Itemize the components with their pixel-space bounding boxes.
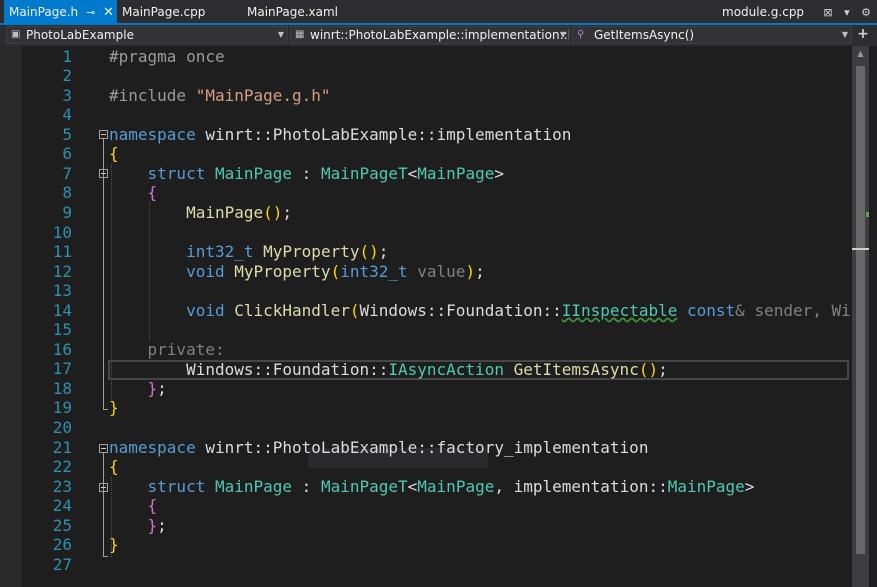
fold-guide-end bbox=[103, 556, 108, 557]
line-number: 16 bbox=[52, 340, 72, 359]
code-line-19: } bbox=[109, 398, 119, 417]
code-line-17: Windows::Foundation::IAsyncAction GetIte… bbox=[186, 360, 668, 379]
code-line-6: { bbox=[109, 144, 119, 163]
line-number: 2 bbox=[62, 66, 72, 85]
settings-icon[interactable]: ⚙ bbox=[861, 6, 871, 19]
code-line-25: }; bbox=[147, 516, 167, 535]
document-tab-bar: MainPage.h ⊸ ✕ MainPage.cpp MainPage.xam… bbox=[0, 0, 877, 25]
line-number: 18 bbox=[52, 379, 72, 398]
line-number: 26 bbox=[52, 535, 72, 554]
code-line-22: { bbox=[109, 457, 119, 476]
code-line-18: }; bbox=[147, 379, 167, 398]
line-number: 25 bbox=[52, 516, 72, 535]
line-number: 15 bbox=[52, 320, 72, 339]
code-line-14: void ClickHandler(Windows::Foundation::I… bbox=[186, 301, 871, 320]
line-number: 1 bbox=[62, 47, 72, 66]
line-number: 24 bbox=[52, 496, 72, 515]
code-line-23: struct MainPage : MainPageT<MainPage, im… bbox=[147, 477, 755, 496]
code-line-21: namespace winrt::PhotoLabExample::factor… bbox=[109, 438, 649, 457]
fold-guide bbox=[103, 139, 104, 409]
line-number: 9 bbox=[62, 203, 72, 222]
class-icon: ▦ bbox=[295, 29, 305, 40]
line-number: 22 bbox=[52, 457, 72, 476]
fold-guide bbox=[103, 453, 104, 556]
project-icon: ▣ bbox=[11, 29, 21, 40]
line-number: 8 bbox=[62, 183, 72, 202]
line-number: 5 bbox=[62, 125, 72, 144]
split-window-button[interactable]: + bbox=[855, 26, 871, 44]
method-icon: ⚲ bbox=[577, 29, 585, 40]
tab-label: MainPage.cpp bbox=[122, 5, 206, 19]
code-line-16: private: bbox=[147, 340, 225, 359]
pin-icon[interactable]: ⊸ bbox=[86, 2, 95, 23]
scope-value: winrt::PhotoLabExample::implementation::… bbox=[310, 28, 570, 42]
tab-mainpage-cpp[interactable]: MainPage.cpp bbox=[122, 0, 205, 25]
project-dropdown[interactable]: ▣ PhotoLabExample ▼ bbox=[6, 26, 288, 44]
caret-position-marker bbox=[852, 248, 869, 250]
chevron-down-icon: ▼ bbox=[277, 30, 284, 39]
line-number: 4 bbox=[62, 105, 72, 124]
collapse-struct-button[interactable] bbox=[99, 169, 108, 178]
code-line-11: int32_t MyProperty(); bbox=[186, 242, 389, 261]
line-number: 27 bbox=[52, 555, 72, 574]
navigation-bar: ▣ PhotoLabExample ▼ ▦ winrt::PhotoLabExa… bbox=[0, 25, 877, 46]
line-number: 7 bbox=[62, 164, 72, 183]
scroll-up-icon[interactable]: ▲ bbox=[852, 46, 869, 62]
line-number: 21 bbox=[52, 438, 72, 457]
collapse-namespace-button[interactable] bbox=[99, 130, 108, 139]
chevron-down-icon: ▼ bbox=[559, 30, 566, 39]
line-number: 20 bbox=[52, 418, 72, 437]
dropdown-icon[interactable]: ▾ bbox=[844, 6, 850, 19]
vertical-scrollbar[interactable]: ▲ bbox=[852, 46, 869, 587]
member-value: GetItemsAsync() bbox=[594, 28, 695, 42]
line-number: 14 bbox=[52, 301, 72, 320]
code-line-24: { bbox=[147, 496, 158, 515]
collapse-struct-button[interactable] bbox=[99, 483, 108, 492]
line-number: 11 bbox=[52, 242, 72, 261]
close-icon[interactable]: ✕ bbox=[103, 2, 114, 23]
line-number: 3 bbox=[62, 86, 72, 105]
code-line-3: #include "MainPage.g.h" bbox=[109, 86, 331, 105]
collapse-namespace-button[interactable] bbox=[99, 444, 108, 453]
line-number: 12 bbox=[52, 262, 72, 281]
code-line-1: #pragma once bbox=[109, 47, 225, 66]
chevron-down-icon: ▼ bbox=[841, 30, 848, 39]
tab-label: MainPage.xaml bbox=[247, 5, 338, 19]
code-line-5: namespace winrt::PhotoLabExample::implem… bbox=[109, 125, 572, 144]
tab-label: module.g.cpp bbox=[722, 5, 805, 19]
line-number: 23 bbox=[52, 477, 72, 496]
line-number: 6 bbox=[62, 144, 72, 163]
line-number: 19 bbox=[52, 398, 72, 417]
scope-dropdown[interactable]: ▦ winrt::PhotoLabExample::implementation… bbox=[290, 26, 570, 44]
code-line-9: MainPage(); bbox=[186, 203, 293, 222]
code-editor[interactable]: 1 2 3 4 5 6 7 8 9 10 11 12 13 14 15 16 1… bbox=[0, 46, 877, 587]
tab-module-g-cpp[interactable]: module.g.cpp bbox=[722, 0, 804, 25]
code-line-8: { bbox=[147, 183, 158, 202]
line-number: 13 bbox=[52, 281, 72, 300]
tab-label: MainPage.h bbox=[9, 5, 79, 19]
line-number: 10 bbox=[52, 223, 72, 242]
editor-right-edge bbox=[869, 46, 877, 587]
preview-icon[interactable]: ⊠ bbox=[823, 6, 832, 19]
line-number: 17 bbox=[52, 359, 72, 378]
tab-bar-actions: ⊠ ▾ ⚙ bbox=[815, 0, 871, 25]
fold-guide-end bbox=[103, 409, 108, 410]
code-line-7: struct MainPage : MainPageT<MainPage> bbox=[147, 164, 504, 183]
member-dropdown[interactable]: ⚲ GetItemsAsync() ▼ bbox=[572, 26, 852, 44]
code-line-26: } bbox=[109, 535, 119, 554]
scrollbar-thumb[interactable] bbox=[856, 66, 865, 554]
project-value: PhotoLabExample bbox=[26, 28, 134, 42]
tab-mainpage-xaml[interactable]: MainPage.xaml bbox=[247, 0, 338, 25]
tab-mainpage-h[interactable]: MainPage.h ⊸ ✕ bbox=[4, 0, 117, 25]
editor-margin bbox=[0, 46, 22, 587]
code-line-12: void MyProperty(int32_t value); bbox=[186, 262, 485, 281]
